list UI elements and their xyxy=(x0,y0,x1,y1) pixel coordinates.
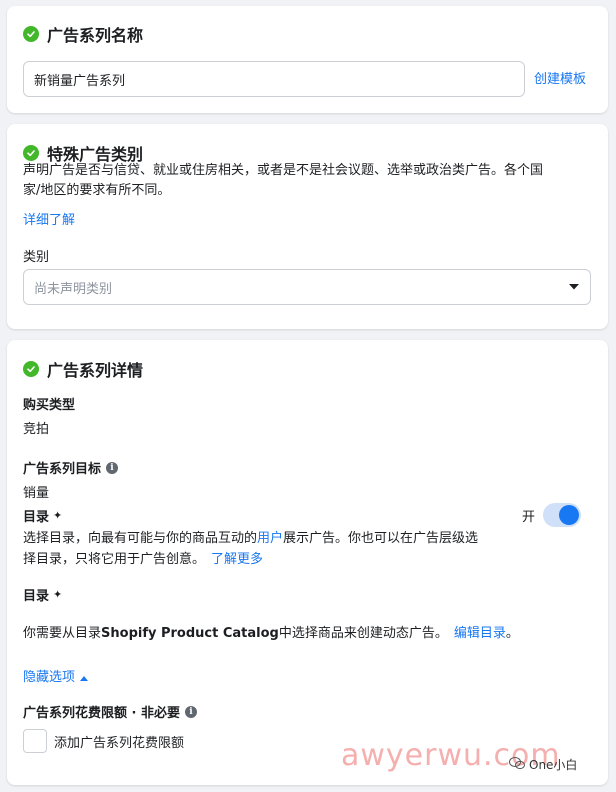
buying-type-value: 竞拍 xyxy=(23,422,50,437)
spend-limit-label-row: 广告系列花费限额 · 非必要 i xyxy=(23,702,197,721)
spend-limit-label: 广告系列花费限额 · 非必要 xyxy=(23,706,180,721)
catalog-label-row: 目录 ✦ xyxy=(23,506,62,525)
special-category-card: 特殊广告类别 声明广告是否与信贷、就业或住房相关，或者是不是社会议题、选举或政治… xyxy=(7,124,608,329)
category-label: 类别 xyxy=(23,250,50,265)
watermark-badge: One小白 xyxy=(509,755,577,774)
info-icon[interactable]: i xyxy=(106,461,119,474)
watermark-badge-text: One小白 xyxy=(529,758,578,772)
catalog-desc-text-b: 展示广告。你也可以在广告层级选 xyxy=(283,531,479,546)
catalog-toggle-row: 开 xyxy=(522,503,582,527)
wechat-icon xyxy=(509,755,525,774)
hide-options-link[interactable]: 隐藏选项 xyxy=(23,666,75,685)
catalog2-description: 你需要从目录Shopify Product Catalog中选择商品来创建动态广… xyxy=(23,622,519,641)
buying-type-label: 购买类型 xyxy=(23,398,76,413)
catalog-users-link[interactable]: 用户 xyxy=(257,531,283,546)
campaign-details-card: 广告系列详情 购买类型 竞拍 广告系列目标 i 销量 目录 ✦ 开 选择目录，向… xyxy=(7,340,608,785)
catalog2-desc-a: 你需要从目录 xyxy=(23,626,102,641)
catalog-description: 选择目录，向最有可能与你的商品互动的用户展示广告。你也可以在广告层级选 择目录，… xyxy=(23,528,523,570)
campaign-name-input-value: 新销量广告系列 xyxy=(34,73,126,89)
catalog2-label-row: 目录 ✦ xyxy=(23,585,62,604)
campaign-name-input[interactable]: 新销量广告系列 xyxy=(23,61,525,97)
special-category-description-line2: 家/地区的要求有所不同。 xyxy=(23,183,171,198)
objective-value: 销量 xyxy=(23,486,50,501)
check-circle-icon xyxy=(23,26,39,42)
campaign-details-title-text: 广告系列详情 xyxy=(47,361,144,380)
special-category-learn-more-link[interactable]: 详细了解 xyxy=(23,209,75,228)
objective-label-row: 广告系列目标 i xyxy=(23,458,119,477)
catalog-name: Shopify Product Catalog xyxy=(101,626,279,641)
campaign-name-title-text: 广告系列名称 xyxy=(47,26,144,45)
catalog2-period: 。 xyxy=(505,626,519,641)
sparkle-icon: ✦ xyxy=(53,588,63,601)
create-template-link[interactable]: 创建模板 xyxy=(534,68,586,87)
sparkle-icon: ✦ xyxy=(53,509,63,522)
spend-limit-checkbox-row[interactable]: 添加广告系列花费限额 xyxy=(23,729,184,753)
caret-down-icon xyxy=(568,280,580,295)
catalog2-desc-b: 中选择商品来创建动态广告。 xyxy=(278,626,448,641)
catalog-toggle-label: 开 xyxy=(522,509,536,525)
toggle-knob xyxy=(559,505,580,525)
catalog-description-line1: 选择目录，向最有可能与你的商品互动的用户展示广告。你也可以在广告层级选 xyxy=(23,528,523,549)
edit-catalog-link[interactable]: 编辑目录 xyxy=(454,626,506,641)
campaign-details-title: 广告系列详情 xyxy=(23,357,143,381)
campaign-name-card: 广告系列名称 新销量广告系列 创建模板 xyxy=(7,6,608,113)
check-circle-icon xyxy=(23,361,39,377)
catalog-learn-more-link[interactable]: 了解更多 xyxy=(211,552,263,567)
check-circle-icon xyxy=(23,145,39,161)
info-icon[interactable]: i xyxy=(185,705,197,718)
spend-limit-checkbox-label: 添加广告系列花费限额 xyxy=(54,735,185,751)
hide-options-toggle[interactable]: 隐藏选项 xyxy=(23,666,89,685)
catalog-toggle[interactable] xyxy=(543,503,582,527)
objective-label: 广告系列目标 xyxy=(23,462,102,477)
spend-limit-checkbox[interactable] xyxy=(23,729,47,753)
caret-up-icon xyxy=(80,666,89,685)
catalog2-label: 目录 xyxy=(23,589,50,604)
category-select[interactable]: 尚未声明类别 xyxy=(23,269,591,305)
catalog-label: 目录 xyxy=(23,510,50,525)
special-category-description: 声明广告是否与信贷、就业或住房相关，或者是不是社会议题、选举或政治类广告。各个国… xyxy=(23,161,593,201)
special-category-description-line1: 声明广告是否与信贷、就业或住房相关，或者是不是社会议题、选举或政治类广告。各个国 xyxy=(23,163,544,178)
campaign-name-title: 广告系列名称 xyxy=(23,22,143,46)
catalog-description-line2: 择目录，只将它用于广告创意。 了解更多 xyxy=(23,549,523,570)
catalog-desc-line2-text: 择目录，只将它用于广告创意。 xyxy=(23,552,206,567)
category-select-placeholder: 尚未声明类别 xyxy=(34,281,113,297)
catalog-desc-text-a: 选择目录，向最有可能与你的商品互动的 xyxy=(23,531,258,546)
